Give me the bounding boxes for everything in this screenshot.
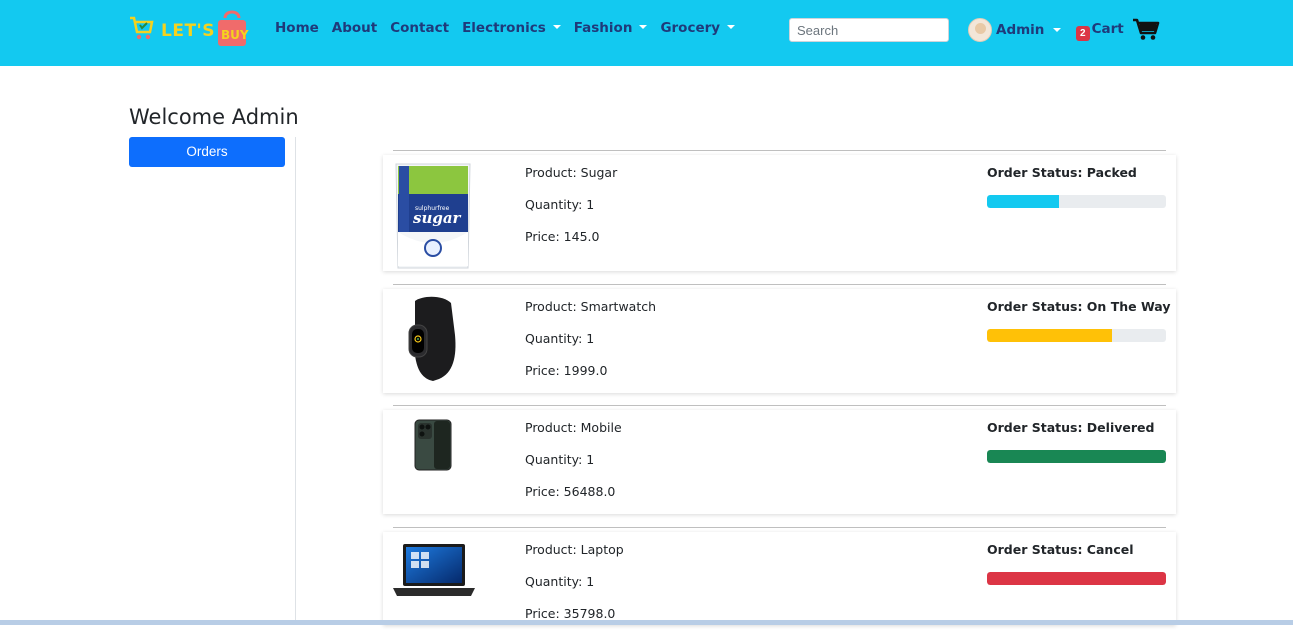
caret-down-icon <box>552 25 561 29</box>
nav-contact-label: Contact <box>390 20 450 36</box>
bottom-taskbar-strip <box>0 620 1293 625</box>
brand-text: LET'S <box>161 21 215 41</box>
logo-cart-icon <box>130 16 154 40</box>
order-quantity: Quantity: 1 <box>525 452 595 467</box>
caret-down-icon <box>639 25 648 29</box>
nav-grocery-dropdown[interactable]: Grocery <box>660 20 736 36</box>
order-progress-fill <box>987 329 1113 342</box>
sidebar-divider <box>295 137 296 625</box>
brand-buy-text: BUY <box>221 28 249 42</box>
order-quantity: Quantity: 1 <box>525 331 595 346</box>
page-title: Welcome Admin <box>129 105 299 129</box>
order-progress-fill <box>987 572 1166 585</box>
order-quantity: Quantity: 1 <box>525 197 595 212</box>
brand-logo[interactable]: LET'S BUY <box>128 8 258 52</box>
order-progress-bar <box>987 450 1166 463</box>
mobile-phone-image <box>414 419 452 471</box>
order-product: Product: Sugar <box>525 165 618 180</box>
order-details: Product: Smartwatch Quantity: 1 Price: 1… <box>525 297 656 393</box>
nav-grocery-label: Grocery <box>660 20 721 36</box>
sugar-packet-image: sulphurfree sugar <box>395 163 471 269</box>
nav-electronics-dropdown[interactable]: Electronics <box>462 20 561 36</box>
nav-fashion-label: Fashion <box>573 20 633 36</box>
order-card: Product: Mobile Quantity: 1 Price: 56488… <box>383 410 1176 514</box>
order-divider <box>393 527 1166 528</box>
cart-link[interactable]: 2 Cart <box>1076 17 1160 41</box>
nav-electronics-label: Electronics <box>462 20 546 36</box>
orders-button[interactable]: Orders <box>129 137 285 167</box>
nav-about[interactable]: About <box>332 20 377 36</box>
main-nav: Home About Contact Electronics Fashion G… <box>275 20 748 36</box>
order-card: Product: Laptop Quantity: 1 Price: 35798… <box>383 532 1176 625</box>
search-input[interactable] <box>789 18 949 42</box>
avatar <box>968 18 992 42</box>
order-progress-bar <box>987 572 1166 585</box>
nav-fashion-dropdown[interactable]: Fashion <box>574 20 648 36</box>
order-price: Price: 145.0 <box>525 229 600 244</box>
shopping-cart-icon <box>1132 18 1160 40</box>
nav-home-label: Home <box>275 20 319 36</box>
order-details: Product: Sugar Quantity: 1 Price: 145.0 <box>525 163 617 259</box>
order-card: Product: Smartwatch Quantity: 1 Price: 1… <box>383 289 1176 393</box>
order-product: Product: Laptop <box>525 542 624 557</box>
nav-about-label: About <box>331 20 378 36</box>
order-progress-bar <box>987 195 1166 208</box>
order-progress-fill <box>987 195 1059 208</box>
top-navbar: LET'S BUY Home About Contact Electronics… <box>0 0 1293 66</box>
order-status: Order Status: Packed <box>987 165 1137 180</box>
order-price: Price: 1999.0 <box>525 363 608 378</box>
order-status: Order Status: Delivered <box>987 420 1155 435</box>
laptop-image <box>393 544 475 596</box>
order-progress-fill <box>987 450 1166 463</box>
order-product: Product: Smartwatch <box>525 299 657 314</box>
order-status: Order Status: Cancel <box>987 542 1134 557</box>
order-details: Product: Mobile Quantity: 1 Price: 56488… <box>525 418 622 514</box>
order-divider <box>393 150 1166 151</box>
logo-bag-icon: BUY <box>218 10 249 46</box>
smartwatch-image <box>408 296 456 381</box>
order-product: Product: Mobile <box>525 420 622 435</box>
user-name: Admin <box>996 22 1045 38</box>
order-card: sulphurfree sugar Product: Sugar Quantit… <box>383 155 1176 271</box>
order-divider <box>393 405 1166 406</box>
order-status: Order Status: On The Way <box>987 299 1171 314</box>
cart-label: Cart <box>1091 21 1124 37</box>
caret-down-icon <box>727 25 736 29</box>
order-price: Price: 56488.0 <box>525 484 616 499</box>
caret-down-icon <box>1053 28 1062 32</box>
user-menu-dropdown[interactable]: Admin <box>968 18 1062 42</box>
order-quantity: Quantity: 1 <box>525 574 595 589</box>
nav-home[interactable]: Home <box>275 20 319 36</box>
nav-contact[interactable]: Contact <box>390 20 449 36</box>
order-divider <box>393 284 1166 285</box>
cart-count-badge: 2 <box>1076 25 1090 41</box>
svg-text:sugar: sugar <box>413 209 462 227</box>
order-progress-bar <box>987 329 1166 342</box>
